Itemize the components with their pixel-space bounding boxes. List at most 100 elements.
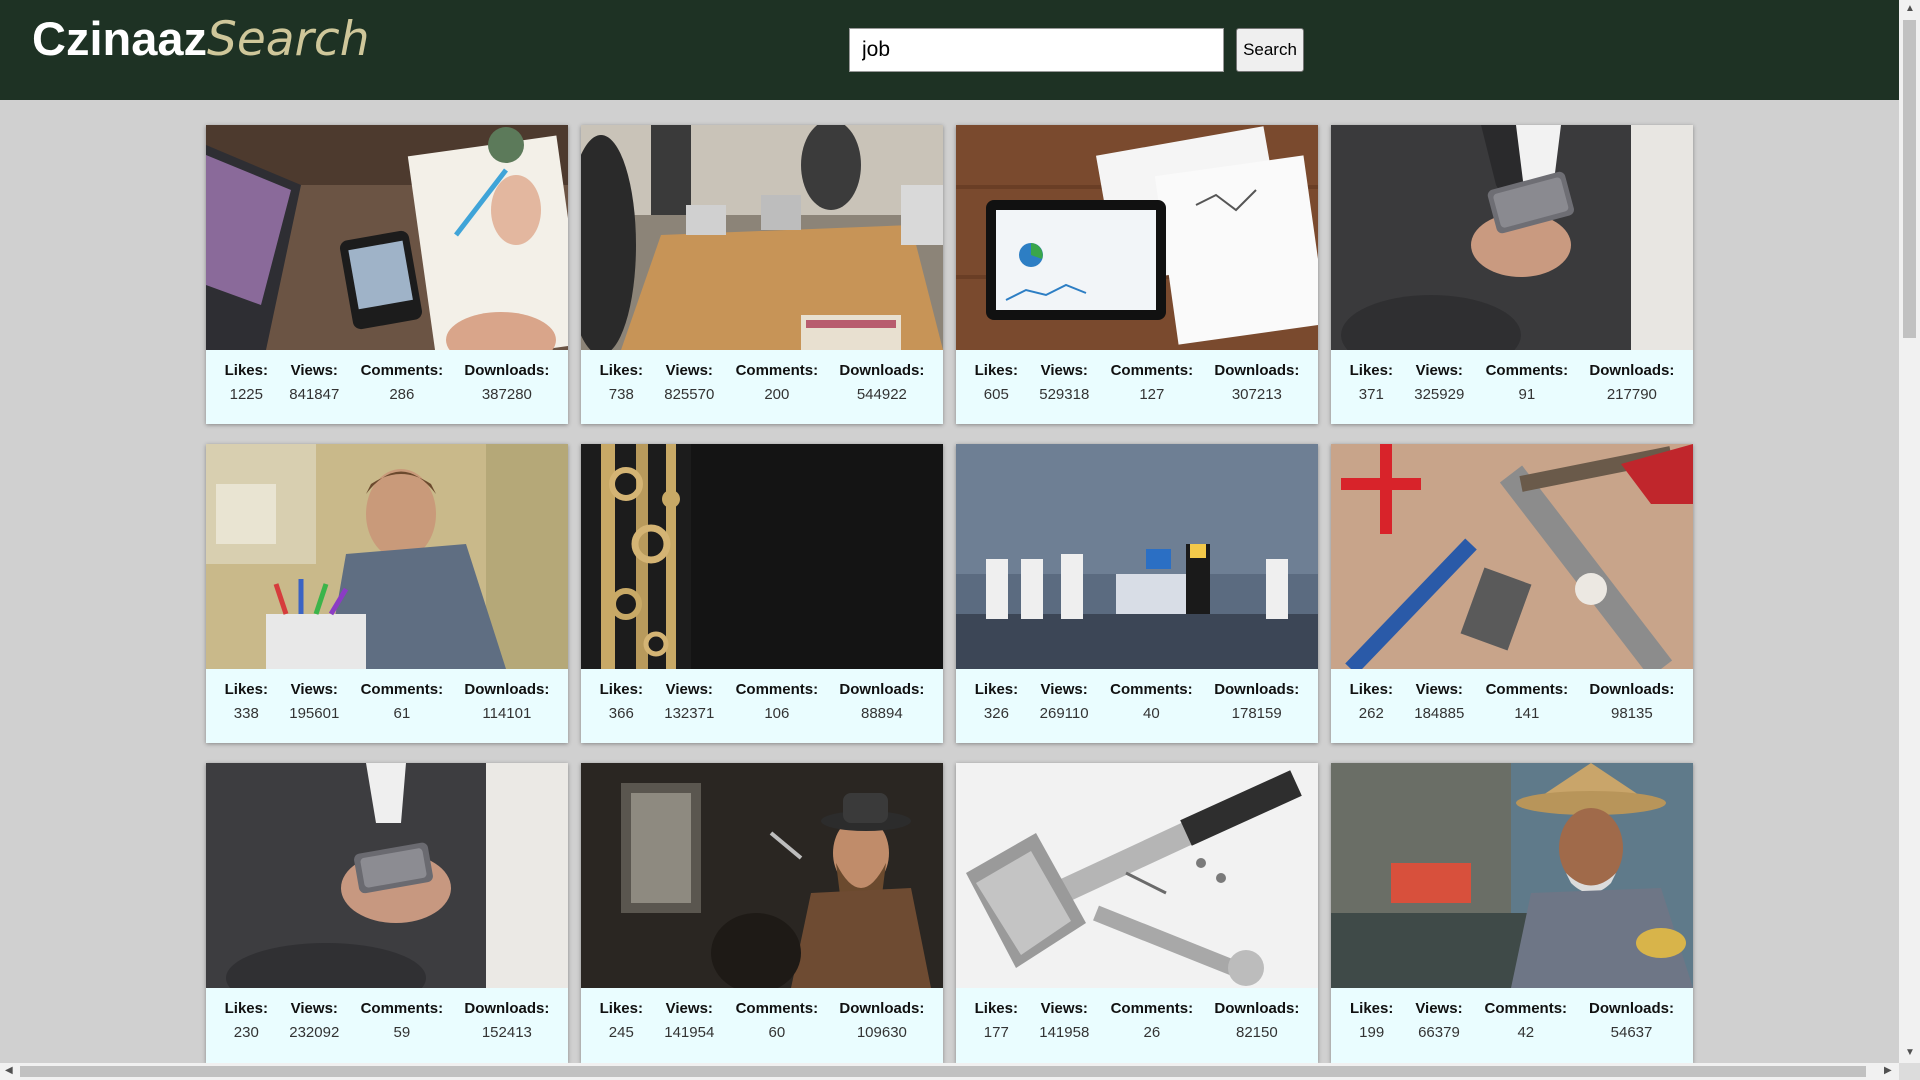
- likes-stat: Likes: 366: [600, 681, 643, 722]
- likes-value: 245: [608, 1024, 634, 1041]
- search-button[interactable]: Search: [1236, 28, 1304, 72]
- site-logo[interactable]: CzinaazSearch: [32, 10, 370, 69]
- result-image[interactable]: [581, 444, 943, 669]
- views-label: Views:: [1040, 1000, 1088, 1017]
- card-stats: Likes: 371 Views: 325929 Comments: 91 Downl…: [1331, 350, 1693, 403]
- result-image[interactable]: [956, 125, 1318, 350]
- vertical-scrollbar[interactable]: ▲ ▼: [1899, 0, 1920, 1063]
- downloads-label: Downloads:: [1214, 1000, 1300, 1017]
- likes-label: Likes:: [599, 681, 643, 698]
- likes-value: 605: [983, 386, 1009, 403]
- comments-label: Comments:: [360, 681, 444, 698]
- likes-stat: Likes: 371: [1350, 362, 1393, 403]
- views-value: 269110: [1039, 705, 1089, 722]
- horizontal-scroll-thumb[interactable]: [20, 1066, 1866, 1077]
- views-value: 66379: [1418, 1024, 1460, 1041]
- likes-label: Likes:: [224, 681, 268, 698]
- views-stat: Views: 825570: [664, 362, 714, 403]
- downloads-value: 88894: [861, 705, 903, 722]
- views-value: 232092: [289, 1024, 340, 1041]
- image-card[interactable]: Likes: 199 Views: 66379 Comments: 42 Downlo…: [1331, 763, 1693, 1063]
- views-value: 825570: [664, 386, 715, 403]
- results-grid: Likes: 1225 Views: 841847 Comments: 286 Dow…: [206, 125, 1693, 1063]
- vertical-scroll-thumb[interactable]: [1903, 20, 1916, 338]
- result-image[interactable]: [206, 763, 568, 988]
- downloads-stat: Downloads: 152413: [464, 1000, 549, 1041]
- comments-stat: Comments: 106: [736, 681, 819, 722]
- result-image[interactable]: [581, 763, 943, 988]
- comments-stat: Comments: 61: [361, 681, 444, 722]
- image-card[interactable]: Likes: 245 Views: 141954 Comments: 60 Downl…: [581, 763, 943, 1063]
- image-card[interactable]: Likes: 366 Views: 132371 Comments: 106 Down…: [581, 444, 943, 743]
- downloads-label: Downloads:: [464, 681, 550, 698]
- likes-label: Likes:: [1349, 681, 1393, 698]
- views-label: Views:: [290, 362, 338, 379]
- image-card[interactable]: Likes: 338 Views: 195601 Comments: 61 Downl…: [206, 444, 568, 743]
- comments-label: Comments:: [360, 362, 444, 379]
- downloads-label: Downloads:: [839, 1000, 925, 1017]
- image-card[interactable]: Likes: 177 Views: 141958 Comments: 26 Downl…: [956, 763, 1318, 1063]
- downloads-label: Downloads:: [839, 681, 925, 698]
- views-stat: Views: 232092: [289, 1000, 339, 1041]
- result-image[interactable]: [581, 125, 943, 350]
- scroll-right-icon[interactable]: ▶: [1884, 1065, 1892, 1076]
- downloads-stat: Downloads: 114101: [464, 681, 549, 722]
- result-image[interactable]: [206, 125, 568, 350]
- views-stat: Views: 529318: [1039, 362, 1089, 403]
- logo-text-secondary: Search: [207, 12, 370, 67]
- downloads-value: 114101: [482, 705, 532, 722]
- likes-value: 738: [608, 386, 634, 403]
- comments-stat: Comments: 60: [736, 1000, 819, 1041]
- likes-label: Likes:: [224, 362, 268, 379]
- card-stats: Likes: 338 Views: 195601 Comments: 61 Downl…: [206, 669, 568, 722]
- image-card[interactable]: Likes: 371 Views: 325929 Comments: 91 Downl…: [1331, 125, 1693, 424]
- likes-label: Likes:: [599, 1000, 643, 1017]
- comments-value: 200: [764, 386, 790, 403]
- comments-value: 42: [1517, 1024, 1535, 1041]
- comments-value: 127: [1139, 386, 1165, 403]
- result-image[interactable]: [1331, 444, 1693, 669]
- views-value: 325929: [1414, 386, 1465, 403]
- scroll-up-icon[interactable]: ▲: [1905, 3, 1915, 14]
- card-stats: Likes: 738 Views: 825570 Comments: 200 Down…: [581, 350, 943, 403]
- comments-stat: Comments: 40: [1110, 681, 1193, 722]
- card-stats: Likes: 245 Views: 141954 Comments: 60 Downl…: [581, 988, 943, 1041]
- comments-stat: Comments: 26: [1111, 1000, 1194, 1041]
- downloads-value: 82150: [1236, 1024, 1278, 1041]
- views-label: Views:: [665, 681, 713, 698]
- downloads-stat: Downloads: 54637: [1589, 1000, 1674, 1041]
- scroll-left-icon[interactable]: ◀: [5, 1065, 13, 1076]
- views-stat: Views: 841847: [289, 362, 339, 403]
- likes-value: 230: [233, 1024, 259, 1041]
- image-card[interactable]: Likes: 605 Views: 529318 Comments: 127 Down…: [956, 125, 1318, 424]
- result-image[interactable]: [1331, 125, 1693, 350]
- result-image[interactable]: [206, 444, 568, 669]
- comments-stat: Comments: 42: [1485, 1000, 1568, 1041]
- comments-value: 61: [393, 705, 411, 722]
- image-card[interactable]: Likes: 262 Views: 184885 Comments: 141 Down…: [1331, 444, 1693, 743]
- comments-value: 91: [1518, 386, 1536, 403]
- result-image[interactable]: [1331, 763, 1693, 988]
- card-stats: Likes: 230 Views: 232092 Comments: 59 Downl…: [206, 988, 568, 1041]
- result-image[interactable]: [956, 444, 1318, 669]
- downloads-label: Downloads:: [839, 362, 925, 379]
- search-input[interactable]: [849, 28, 1224, 72]
- comments-value: 106: [764, 705, 790, 722]
- image-card[interactable]: Likes: 230 Views: 232092 Comments: 59 Downl…: [206, 763, 568, 1063]
- downloads-value: 178159: [1231, 705, 1282, 722]
- result-image[interactable]: [956, 763, 1318, 988]
- views-stat: Views: 184885: [1414, 681, 1464, 722]
- downloads-label: Downloads:: [464, 1000, 550, 1017]
- horizontal-scrollbar[interactable]: ◀ ▶: [0, 1063, 1899, 1080]
- likes-label: Likes:: [974, 362, 1018, 379]
- image-card[interactable]: Likes: 326 Views: 269110 Comments: 40 Downl…: [956, 444, 1318, 743]
- views-value: 529318: [1039, 386, 1090, 403]
- image-card[interactable]: Likes: 1225 Views: 841847 Comments: 286 Dow…: [206, 125, 568, 424]
- downloads-stat: Downloads: 109630: [839, 1000, 924, 1041]
- image-card[interactable]: Likes: 738 Views: 825570 Comments: 200 Down…: [581, 125, 943, 424]
- views-label: Views:: [290, 1000, 338, 1017]
- likes-stat: Likes: 177: [975, 1000, 1018, 1041]
- scroll-down-icon[interactable]: ▼: [1905, 1047, 1915, 1058]
- views-label: Views:: [665, 1000, 713, 1017]
- likes-value: 199: [1359, 1024, 1385, 1041]
